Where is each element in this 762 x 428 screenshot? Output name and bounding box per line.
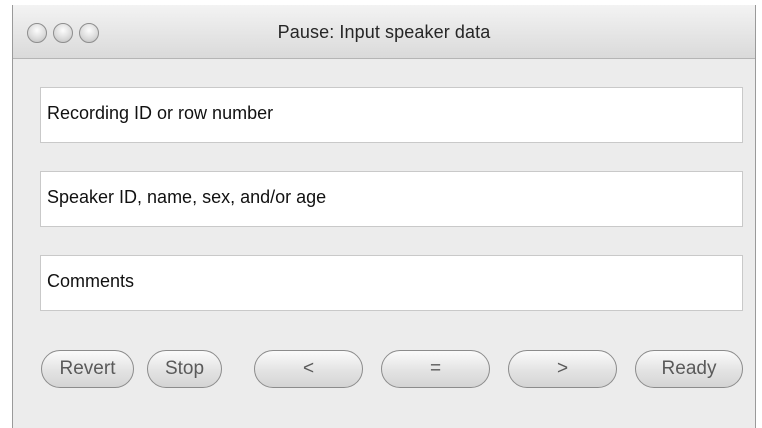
equal-button[interactable]: = — [381, 350, 490, 388]
next-button[interactable]: > — [508, 350, 617, 388]
stop-button[interactable]: Stop — [147, 350, 222, 388]
recording-id-field[interactable]: Recording ID or row number — [40, 87, 743, 143]
speaker-info-field[interactable]: Speaker ID, name, sex, and/or age — [40, 171, 743, 227]
previous-button[interactable]: < — [254, 350, 363, 388]
title-bar[interactable]: Pause: Input speaker data — [13, 5, 755, 59]
ready-button[interactable]: Ready — [635, 350, 743, 388]
window-title: Pause: Input speaker data — [277, 22, 491, 42]
dialog-window: Pause: Input speaker data Recording ID o… — [12, 5, 756, 428]
comments-field[interactable]: Comments — [40, 255, 743, 311]
revert-button[interactable]: Revert — [41, 350, 134, 388]
